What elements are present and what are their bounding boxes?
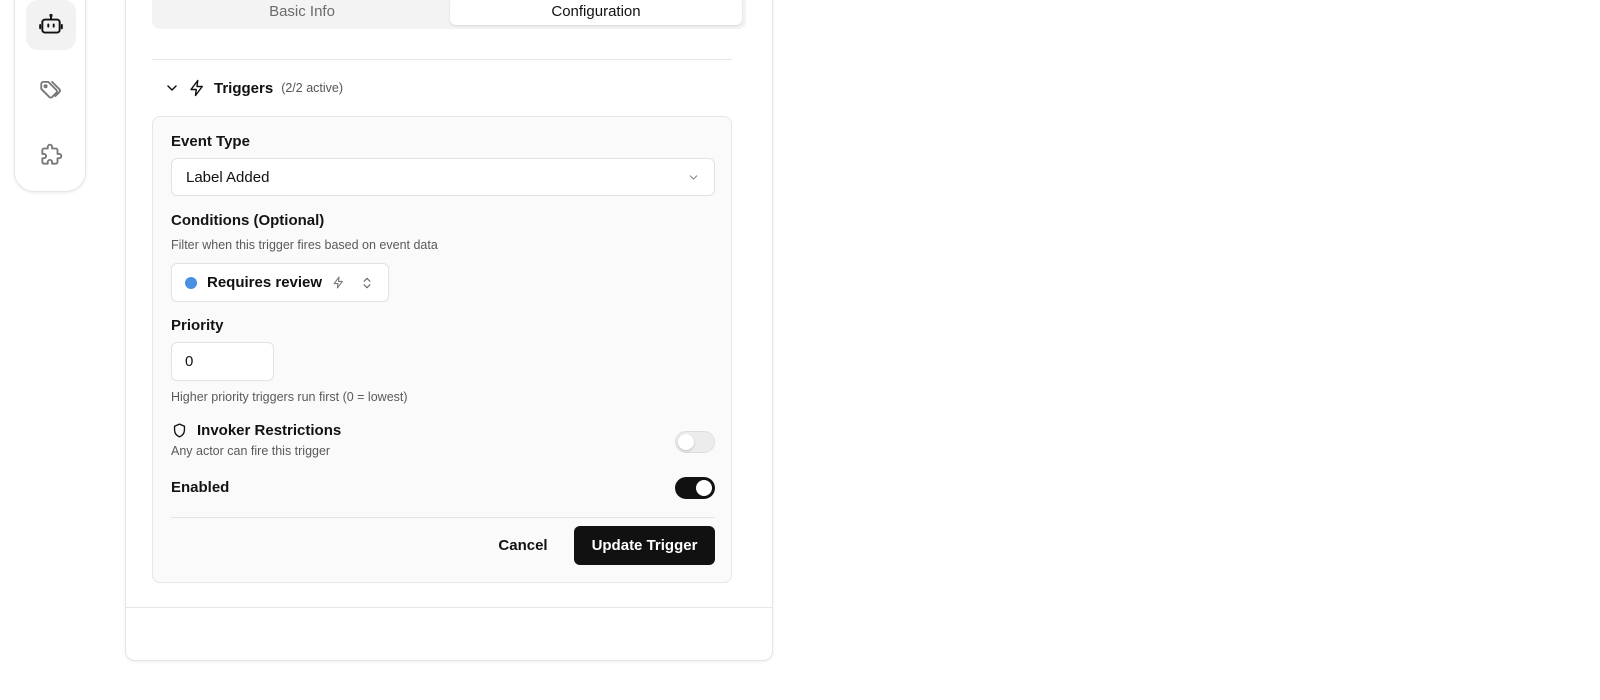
invoker-restrictions-row: Invoker Restrictions [171,422,341,439]
zap-icon [333,276,343,289]
toggle-knob [678,434,694,450]
toggle-knob [696,480,712,496]
event-type-value: Label Added [186,168,270,186]
priority-label: Priority [171,317,224,334]
tab-basic-info[interactable]: Basic Info [156,0,448,25]
zap-icon [190,79,203,97]
chevron-down-icon [689,175,698,180]
triggers-count: (2/2 active) [281,81,344,95]
cancel-button[interactable]: Cancel [483,526,563,565]
condition-color-dot [185,276,197,289]
puzzle-icon [41,143,63,165]
rail-item-agents[interactable] [26,0,76,50]
divider [126,607,772,608]
priority-input[interactable] [171,342,274,381]
tab-configuration[interactable]: Configuration [450,0,742,25]
rail-item-labels[interactable] [26,65,76,115]
condition-label: Requires review [207,274,323,291]
triggers-title: Triggers [214,79,274,97]
shield-icon [173,423,186,438]
tags-icon [40,80,61,99]
condition-select[interactable]: Requires review [171,263,389,302]
bot-icon [39,13,63,34]
rail-item-integrations[interactable] [26,130,76,180]
divider [152,59,732,60]
enabled-label: Enabled [171,479,230,496]
side-rail [14,0,86,192]
enabled-toggle[interactable] [675,477,715,499]
event-type-label: Event Type [171,133,250,150]
divider [171,517,715,518]
event-type-select[interactable]: Label Added [171,158,715,196]
invoker-restrictions-toggle[interactable] [675,431,715,453]
chevrons-up-down-icon [363,277,371,289]
priority-hint: Higher priority triggers run first (0 = … [171,390,408,404]
conditions-label: Conditions (Optional) [171,212,325,229]
trigger-config-panel: Basic Info Configuration Triggers (2/2 a… [125,0,773,661]
trigger-edit-card: Event Type Label Added Conditions (Optio… [152,116,732,583]
invoker-restrictions-label: Invoker Restrictions [197,422,342,439]
tab-bar: Basic Info Configuration [152,0,746,29]
update-trigger-button[interactable]: Update Trigger [574,526,715,565]
conditions-hint: Filter when this trigger fires based on … [171,238,438,252]
triggers-section-header[interactable]: Triggers (2/2 active) [164,77,343,99]
chevron-down-icon [167,85,177,91]
invoker-restrictions-hint: Any actor can fire this trigger [171,444,331,458]
